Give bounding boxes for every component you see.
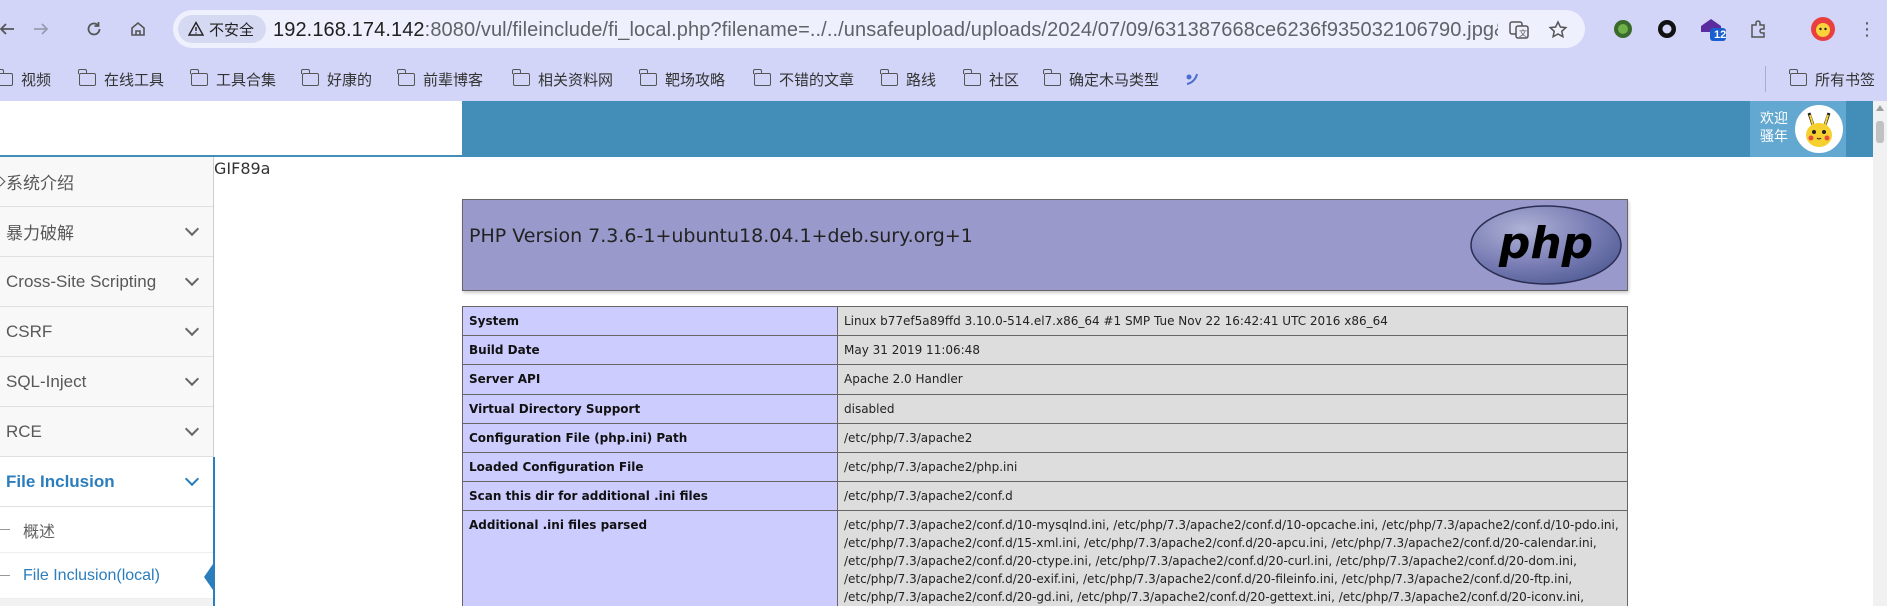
sidebar-item-csrf[interactable]: CSRF xyxy=(0,307,213,357)
security-label: 不安全 xyxy=(209,21,255,39)
table-row: Virtual Directory Support disabled xyxy=(462,393,1628,424)
url-host: 192.168.174.142 xyxy=(273,19,425,41)
scroll-up-icon[interactable] xyxy=(1876,105,1884,111)
bookmark-folder[interactable]: 在线工具 xyxy=(78,68,164,90)
all-bookmarks-folder[interactable]: 所有书签 xyxy=(1789,68,1875,90)
chevron-down-icon xyxy=(184,271,200,287)
folder-icon xyxy=(0,68,13,86)
sidebar-item-xss[interactable]: Cross-Site Scripting xyxy=(0,257,213,307)
bookmarks-bar: 视频 在线工具 工具合集 好康的 前辈博客 相关资料网 靶场攻略 不错的文章 路… xyxy=(0,58,1887,101)
star-icon[interactable] xyxy=(1547,19,1569,41)
bookmarks-divider xyxy=(1765,66,1766,92)
extension-badge-count: 12 xyxy=(1714,29,1727,41)
extension-badge-icon[interactable]: 12 xyxy=(1697,14,1727,44)
warning-triangle-icon xyxy=(188,21,204,36)
sidebar-item-intro[interactable]: 系统介绍 xyxy=(0,157,213,207)
extension-ring-icon[interactable] xyxy=(1652,14,1682,44)
bookmark-folder[interactable]: 好康的 xyxy=(301,68,372,90)
sidebar-item-file-inclusion[interactable]: File Inclusion xyxy=(0,457,213,507)
web-page: 欢迎 骚年 系统介绍 暴力破解 Cross-Site Scripting CSR… xyxy=(0,101,1887,606)
folder-icon xyxy=(880,68,898,86)
sidebar: 系统介绍 暴力破解 Cross-Site Scripting CSRF SQL-… xyxy=(0,157,214,606)
bookmark-folder[interactable]: 相关资料网 xyxy=(512,68,613,90)
sidebar-item-brute-force[interactable]: 暴力破解 xyxy=(0,207,213,257)
folder-icon xyxy=(753,68,771,86)
table-row: Configuration File (php.ini) Path/etc/ph… xyxy=(462,422,1628,453)
svg-text:文: 文 xyxy=(1519,28,1527,38)
translate-icon[interactable]: 文 xyxy=(1508,19,1530,41)
chevron-down-icon xyxy=(184,321,200,337)
welcome-text: 欢迎 骚年 xyxy=(1760,111,1788,145)
folder-icon xyxy=(301,68,319,86)
table-row: Loaded Configuration File/etc/php/7.3/ap… xyxy=(462,451,1628,483)
chevron-down-icon xyxy=(184,421,200,437)
address-bar[interactable]: 不安全 192.168.174.142:8080/vul/fileinclude… xyxy=(173,10,1585,48)
sidebar-active-indicator xyxy=(213,457,215,606)
table-row: Build Date May 31 2019 11:06:48 xyxy=(462,335,1628,366)
scrollbar-thumb[interactable] xyxy=(1876,121,1884,143)
folder-icon xyxy=(1043,68,1061,86)
page-header xyxy=(462,101,1887,157)
bookmark-folder[interactable]: 路线 xyxy=(880,68,936,90)
bookmark-folder[interactable]: 工具合集 xyxy=(190,68,276,90)
back-arrow-icon[interactable] xyxy=(0,14,22,44)
table-row: Scan this dir for additional .ini files /… xyxy=(462,481,1628,512)
folder-icon xyxy=(397,68,415,86)
table-row: Server API Apache 2.0 Handler xyxy=(462,364,1628,395)
url-path: :8080/vul/fileinclude/fi_local.php?filen… xyxy=(424,19,1498,41)
svg-text:php: php xyxy=(1498,218,1593,269)
php-version-title: PHP Version 7.3.6-1+ubuntu18.04.1+deb.su… xyxy=(469,225,973,247)
folder-icon xyxy=(190,68,208,86)
chevron-down-icon xyxy=(184,371,200,387)
additional-ini-files: /etc/php/7.3/apache2/conf.d/10-mysqlnd.i… xyxy=(837,510,1628,606)
bookmark-folder[interactable]: 不错的文章 xyxy=(753,68,854,90)
folder-icon xyxy=(78,68,96,86)
table-row: Additional .ini files parsed /etc/php/7.… xyxy=(462,510,1628,606)
bookmark-folder[interactable]: 视频 xyxy=(0,68,51,90)
folder-icon xyxy=(512,68,530,86)
chevron-down-icon xyxy=(184,221,200,237)
folder-icon xyxy=(1789,68,1807,86)
chevron-down-icon xyxy=(184,471,200,487)
forward-arrow-icon[interactable] xyxy=(26,14,56,44)
header-logo-area xyxy=(0,101,462,157)
gif-header-text: GIF89a xyxy=(214,159,271,178)
browser-toolbar: 不安全 192.168.174.142:8080/vul/fileinclude… xyxy=(0,0,1887,58)
url-text[interactable]: 192.168.174.142:8080/vul/fileinclude/fi_… xyxy=(273,19,1498,42)
folder-icon xyxy=(639,68,657,86)
bookmark-folder[interactable]: 社区 xyxy=(963,68,1019,90)
bookmark-favicon-icon[interactable] xyxy=(1184,68,1200,90)
phpinfo-header: PHP Version 7.3.6-1+ubuntu18.04.1+deb.su… xyxy=(462,199,1628,291)
profile-avatar-icon[interactable] xyxy=(1808,14,1838,44)
phpinfo-table: System Linux b77ef5a89ffd 3.10.0-514.el7.… xyxy=(462,305,1628,606)
page-scrollbar[interactable] xyxy=(1873,101,1887,606)
extensions-puzzle-icon[interactable] xyxy=(1743,14,1773,44)
php-logo[interactable]: php xyxy=(1469,204,1623,286)
sidebar-item-rce[interactable]: RCE xyxy=(0,407,213,457)
bookmark-folder[interactable]: 靶场攻略 xyxy=(639,68,725,90)
security-chip[interactable]: 不安全 xyxy=(178,15,267,43)
sidebar-subitem-overview[interactable]: 概述 xyxy=(0,507,213,553)
pikachu-avatar-icon[interactable] xyxy=(1795,105,1843,153)
menu-kebab-icon[interactable]: ⋮ xyxy=(1852,14,1882,44)
sidebar-subitem-file-inclusion-local[interactable]: File Inclusion(local) xyxy=(0,553,213,599)
home-icon[interactable] xyxy=(123,14,153,44)
bookmark-folder[interactable]: 确定木马类型 xyxy=(1043,68,1159,90)
sidebar-item-sql-inject[interactable]: SQL-Inject xyxy=(0,357,213,407)
reload-icon[interactable] xyxy=(79,14,109,44)
table-row: System Linux b77ef5a89ffd 3.10.0-514.el7.… xyxy=(462,305,1628,337)
bookmark-folder[interactable]: 前辈博客 xyxy=(397,68,483,90)
extension-green-icon[interactable] xyxy=(1608,14,1638,44)
folder-icon xyxy=(963,68,981,86)
